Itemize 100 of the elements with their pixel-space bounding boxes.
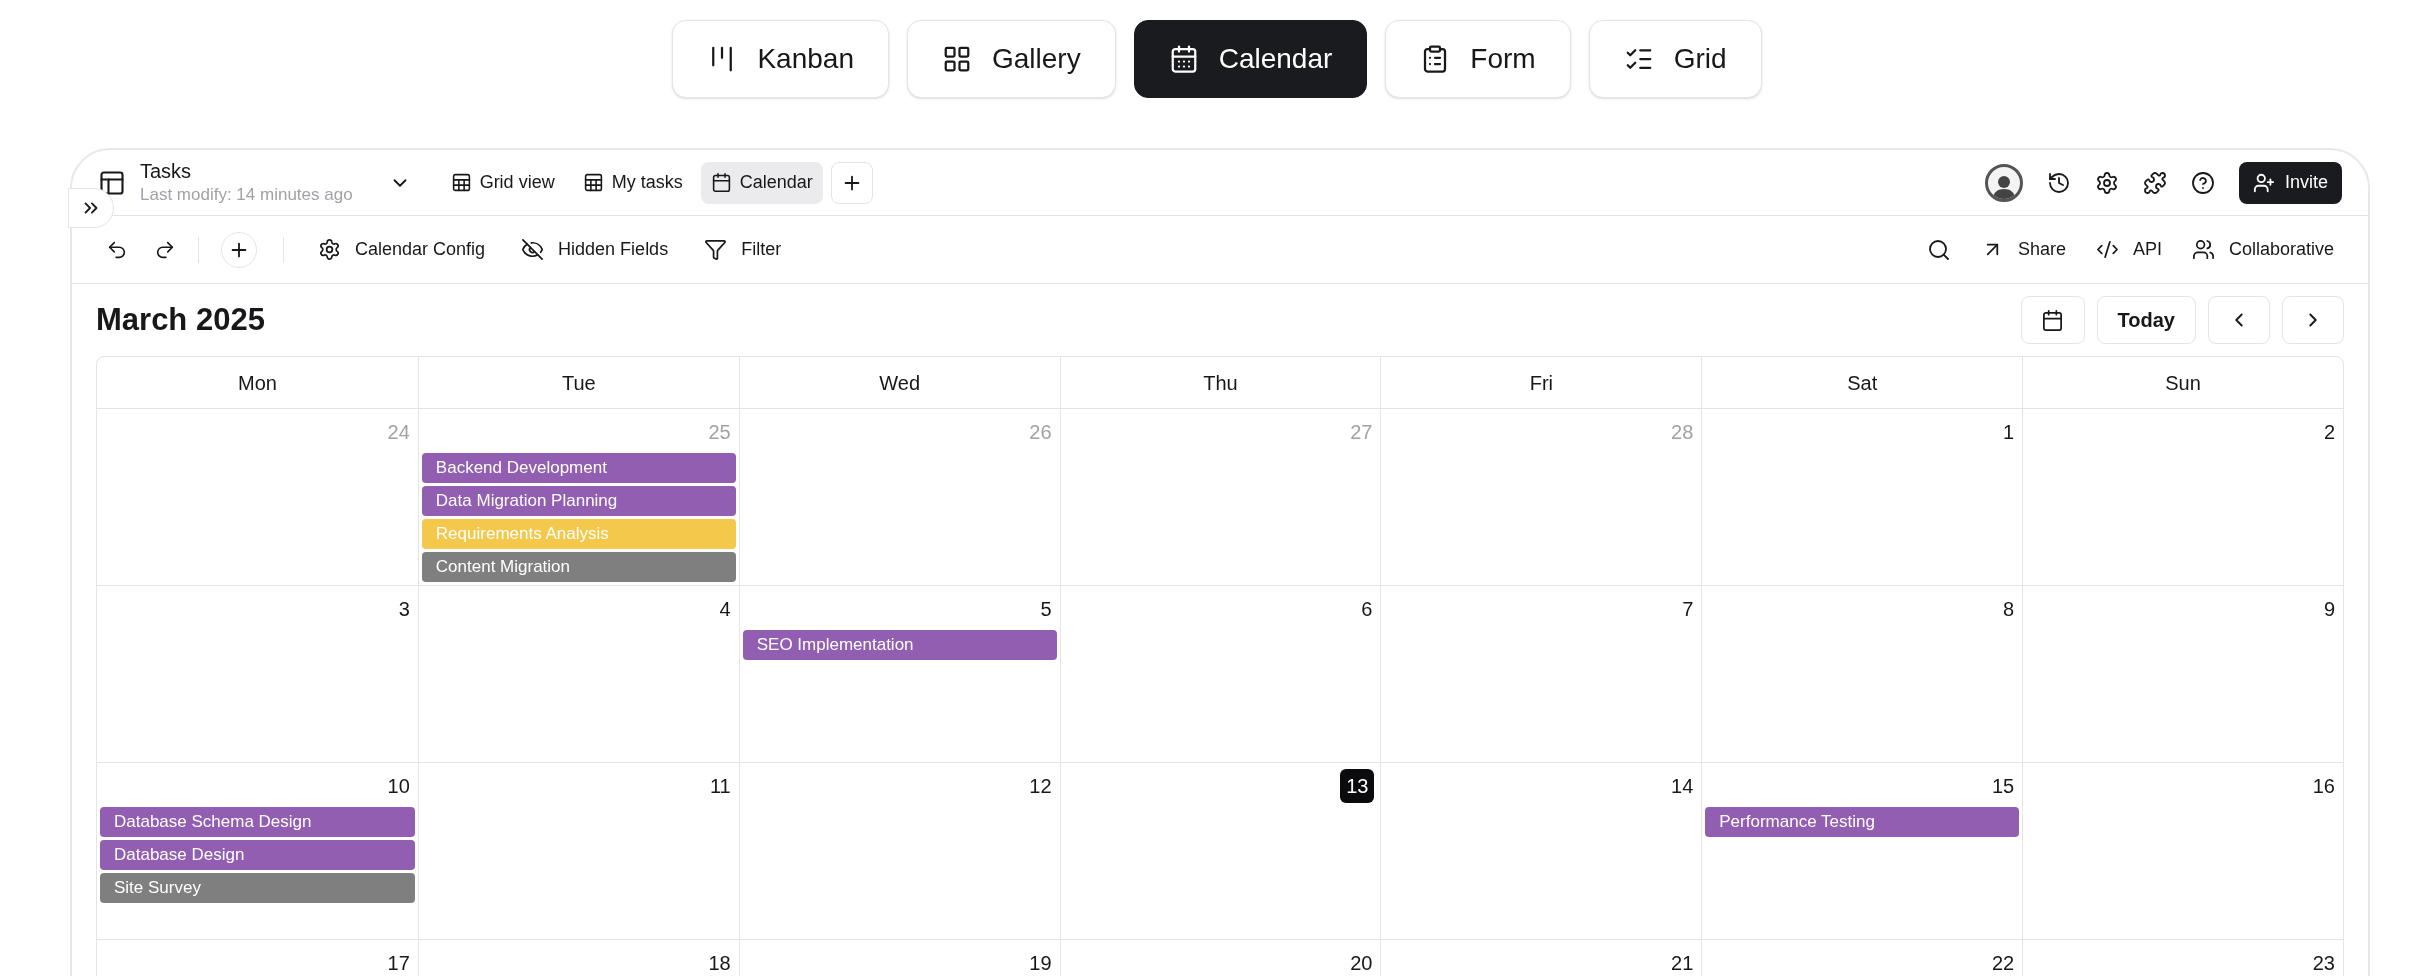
calendar-icon [2041, 308, 2065, 332]
day-cell[interactable]: 6 [1059, 586, 1381, 762]
day-number: 22 [1990, 951, 2016, 976]
weekday-header: Mon [237, 370, 277, 396]
day-cell[interactable]: 10 Database Schema Design Database Design Site Survey [97, 763, 418, 939]
avatar[interactable] [1984, 163, 2023, 202]
day-number: 10 [386, 774, 411, 799]
weekday-header: Thu [1203, 370, 1238, 396]
event-bar[interactable]: Data Migration Planning [421, 486, 736, 516]
add-view-button[interactable] [830, 161, 873, 204]
day-cell[interactable]: 20 [1059, 940, 1381, 976]
toolbar-button[interactable]: Hidden Fields [521, 236, 669, 263]
day-number: 3 [397, 597, 411, 622]
day-number: 12 [1028, 774, 1053, 799]
weekday-header: Fri [1529, 370, 1553, 396]
view-switch-button[interactable]: Form [1385, 20, 1571, 98]
month-title: March 2025 [96, 300, 265, 339]
table-title: Tasks [140, 159, 193, 185]
day-cell[interactable]: 2 [2022, 409, 2343, 585]
event-bar[interactable]: Content Migration [421, 552, 736, 582]
toolbar-button[interactable]: Filter [704, 236, 782, 263]
day-cell[interactable]: 13 [1059, 763, 1381, 939]
help-icon[interactable] [2190, 170, 2215, 195]
day-number: 21 [1670, 951, 1695, 976]
day-cell[interactable]: 16 [2022, 763, 2343, 939]
day-number: 26 [1028, 420, 1053, 445]
day-number: 11 [708, 774, 732, 799]
day-number: 19 [1028, 951, 1053, 976]
day-number: 9 [2322, 597, 2336, 622]
day-cell[interactable]: 7 [1380, 586, 1702, 762]
day-cell[interactable]: 25 Backend Development Data Migration Planning Requirements Analysis Content Migration [417, 409, 739, 585]
day-cell[interactable]: 3 [97, 586, 418, 762]
event-bar[interactable]: Site Survey [100, 873, 415, 903]
day-number: 20 [1349, 951, 1374, 976]
view-switch-button[interactable]: Grid [1588, 20, 1762, 98]
day-number: 16 [2311, 774, 2336, 799]
grid-icon [942, 44, 972, 74]
view-tab[interactable]: Calendar [700, 161, 823, 204]
day-cell[interactable]: 21 [1380, 940, 1702, 976]
day-cell[interactable]: 17 [97, 940, 418, 976]
day-cell[interactable]: 18 [417, 940, 739, 976]
day-number: 18 [707, 951, 732, 976]
user-plus-icon [2252, 171, 2275, 194]
table-icon [98, 168, 126, 197]
day-number: 25 [707, 420, 732, 445]
today-button[interactable]: Today [2096, 296, 2196, 344]
day-cell[interactable]: 4 [417, 586, 739, 762]
event-bar[interactable]: Database Schema Design [100, 807, 415, 837]
day-cell[interactable]: 9 [2022, 586, 2343, 762]
day-number: 6 [1360, 597, 1374, 622]
day-number: 28 [1670, 420, 1695, 445]
event-bar[interactable]: Performance Testing [1705, 807, 2020, 837]
day-number: 27 [1349, 420, 1374, 445]
table-icon [582, 172, 604, 193]
day-number: 15 [1990, 774, 2016, 799]
weekday-header: Wed [879, 370, 920, 396]
day-number: 13 [1340, 769, 1375, 803]
invite-button[interactable]: Invite [2238, 161, 2342, 204]
day-cell[interactable]: 23 [2022, 940, 2343, 976]
day-number: 7 [1681, 597, 1695, 622]
last-modified-text: Last modify: 14 minutes ago [140, 184, 353, 206]
view-switch-button[interactable]: Kanban [672, 20, 889, 98]
day-cell[interactable]: 19 [738, 940, 1060, 976]
search-icon[interactable] [1926, 237, 1951, 262]
weekday-header: Sun [2165, 370, 2201, 396]
toolbar-button[interactable]: API [2095, 236, 2162, 263]
day-number: 2 [2322, 420, 2336, 445]
event-bar[interactable]: Database Design [100, 840, 415, 870]
day-cell[interactable]: 1 [1701, 409, 2023, 585]
view-switch-button[interactable]: Gallery [907, 20, 1116, 98]
day-cell[interactable]: 8 [1701, 586, 2023, 762]
day-cell[interactable]: 11 [417, 763, 739, 939]
toolbar-button[interactable]: Collaborative [2191, 236, 2334, 263]
day-cell[interactable]: 12 [738, 763, 1060, 939]
toolbar-button[interactable]: Share [1980, 236, 2066, 263]
view-switch-button[interactable]: Calendar [1133, 20, 1368, 98]
day-number: 5 [1039, 597, 1053, 622]
users-icon [2191, 238, 2215, 261]
gear-icon [318, 238, 341, 261]
date-picker-button[interactable] [2020, 296, 2085, 344]
day-cell[interactable]: 22 [1701, 940, 2023, 976]
event-bar[interactable]: Backend Development [421, 453, 736, 483]
day-number: 17 [386, 951, 411, 976]
filter-icon [704, 238, 728, 261]
code-icon [2095, 238, 2119, 261]
day-cell[interactable]: 5 SEO Implementation [738, 586, 1060, 762]
table-icon [450, 172, 472, 193]
calendar-icon [710, 172, 732, 193]
history-icon[interactable] [2046, 170, 2071, 195]
weekday-header: Sat [1847, 370, 1878, 396]
day-cell[interactable]: 14 [1380, 763, 1702, 939]
day-number: 14 [1670, 774, 1695, 799]
day-number: 24 [386, 420, 411, 445]
expand-sidebar-button[interactable] [68, 188, 114, 228]
day-number: 4 [718, 597, 732, 622]
day-cell[interactable]: 15 Performance Testing [1701, 763, 2023, 939]
event-bar[interactable]: SEO Implementation [742, 630, 1057, 660]
toolbar-button[interactable]: Calendar Config [318, 236, 486, 263]
settings-icon[interactable] [2094, 170, 2119, 195]
puzzle-icon[interactable] [2142, 170, 2167, 195]
